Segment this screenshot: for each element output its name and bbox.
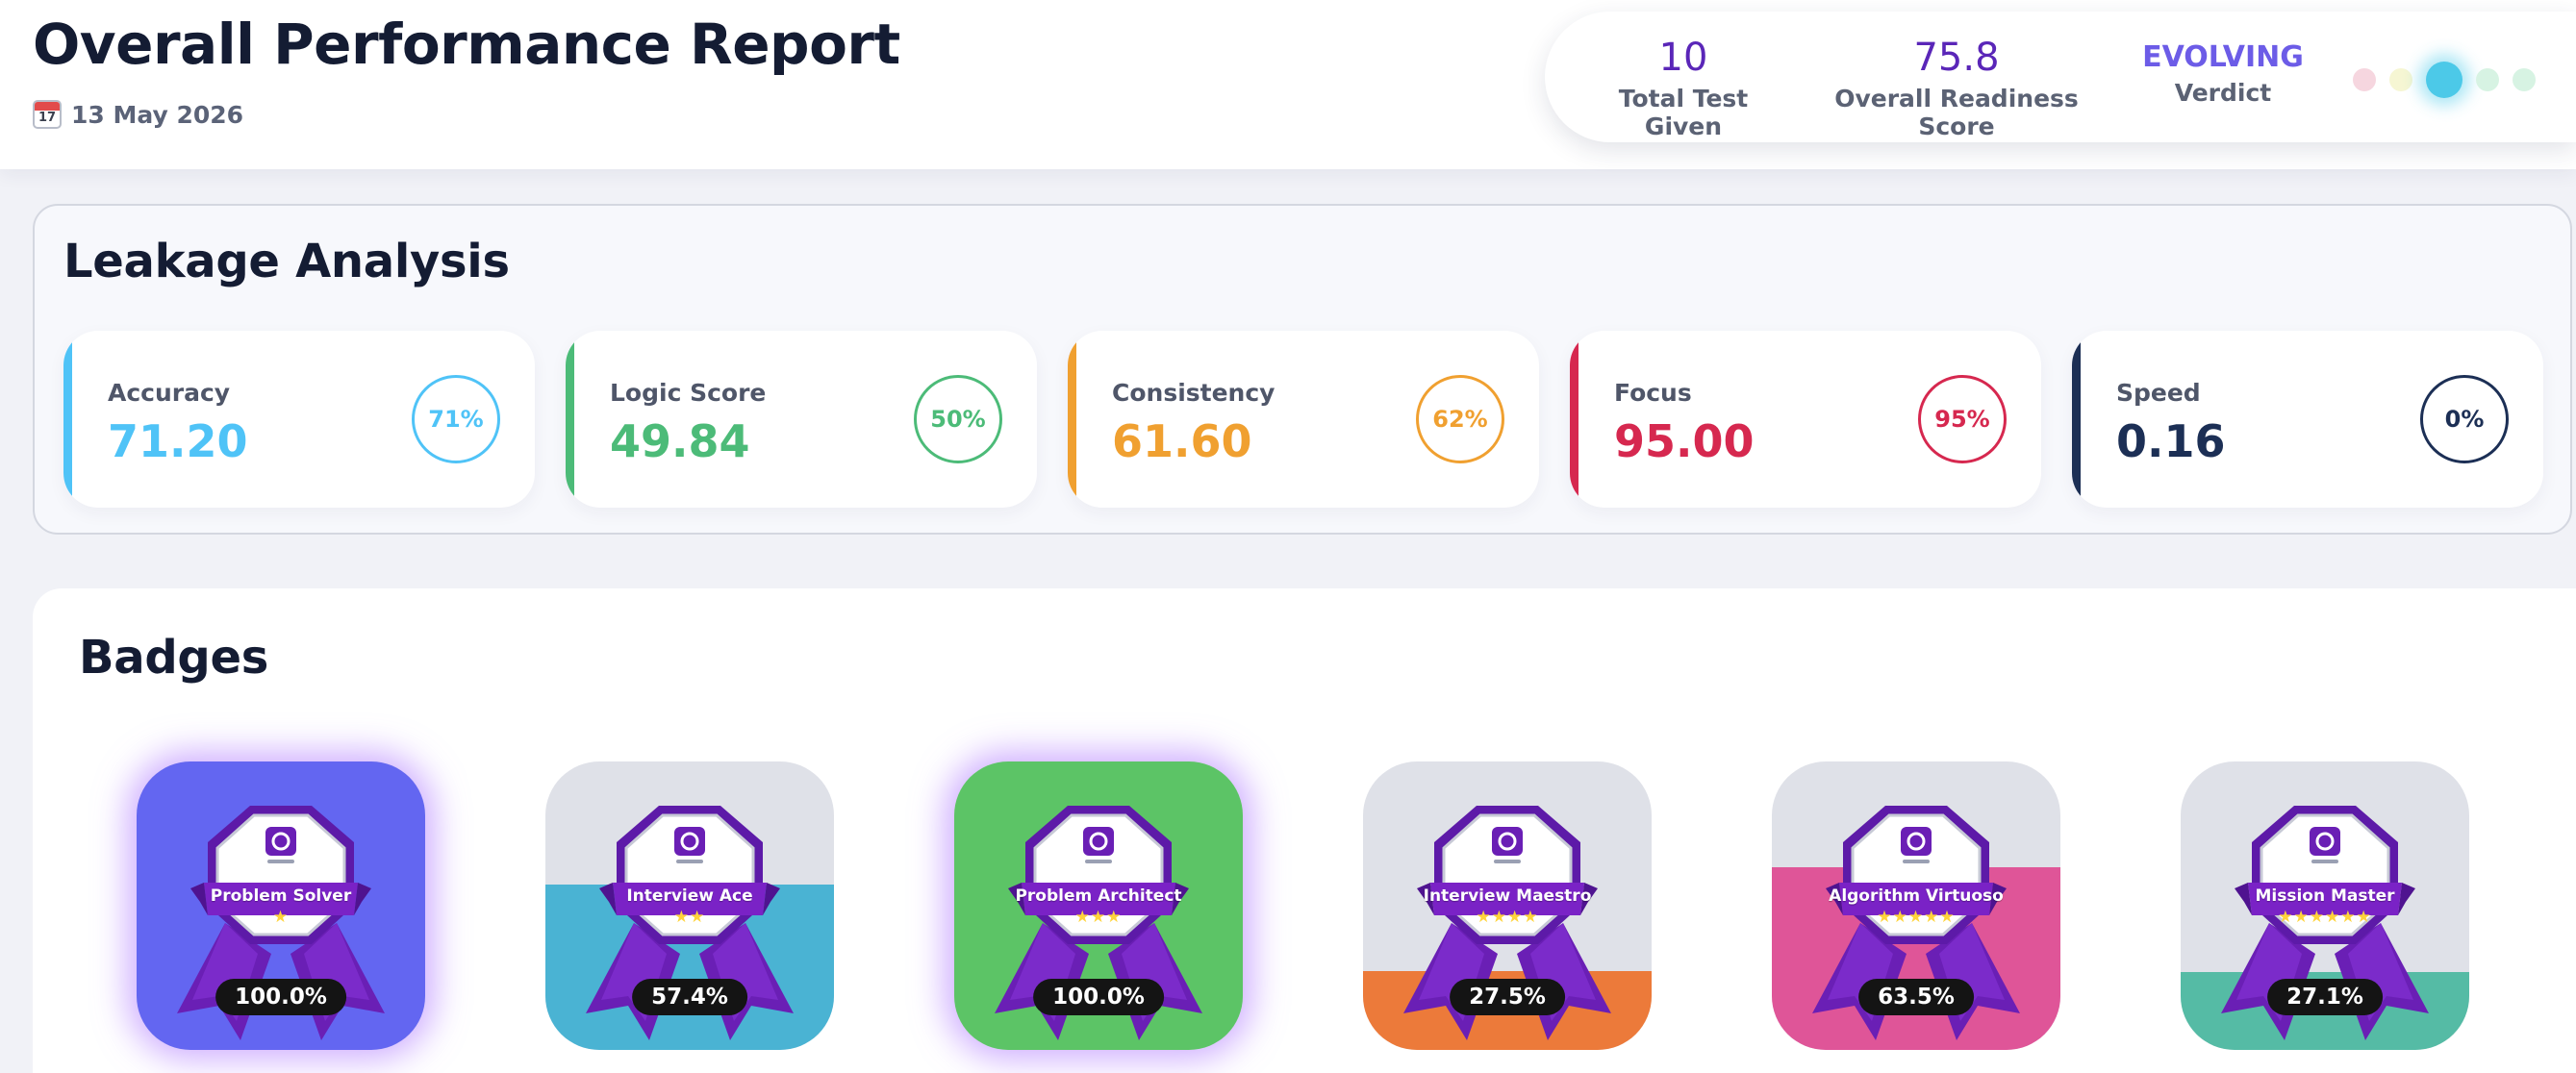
metric-card-focus: Focus 95.00 95%: [1570, 331, 2041, 508]
stat-readiness: 75.8 Overall Readiness Score: [1803, 35, 2110, 140]
badge-name: Interview Ace: [626, 886, 753, 906]
calendar-icon: 17: [33, 100, 62, 129]
indicator-dot[interactable]: [2476, 68, 2499, 91]
badge-stars-icon: ★★★★: [1476, 908, 1539, 927]
badge-card[interactable]: Interview Ace ★★ 57.4%: [545, 761, 834, 1050]
badge-percent: 100.0%: [1033, 979, 1164, 1015]
badge-percent: 27.5%: [1450, 979, 1565, 1015]
badge-name: Mission Master: [2255, 886, 2395, 906]
report-date: 17 13 May 2026: [33, 100, 243, 129]
badge-stars-icon: ★★★: [1074, 908, 1123, 927]
metric-percent-ring: 50%: [914, 375, 1002, 463]
metric-value: 71.20: [108, 415, 248, 467]
stat-verdict-label: Verdict: [2174, 79, 2272, 107]
leakage-analysis-title: Leakage Analysis: [63, 235, 510, 288]
metric-percent-ring: 0%: [2420, 375, 2509, 463]
badge-card[interactable]: Interview Maestro ★★★★ 27.5%: [1363, 761, 1652, 1050]
metric-label: Speed: [2116, 379, 2201, 407]
badge-percent: 100.0%: [215, 979, 346, 1015]
indicator-dot-active[interactable]: [2426, 62, 2462, 98]
indicator-dot[interactable]: [2389, 68, 2412, 91]
stat-total-tests-label: Total Test Given: [1618, 85, 1749, 140]
badge-percent: 63.5%: [1858, 979, 1974, 1015]
stat-verdict: EVOLVING Verdict: [2132, 35, 2314, 107]
badge-stars-icon: ★: [272, 908, 290, 927]
metric-value: 61.60: [1112, 415, 1252, 467]
badge-card[interactable]: Problem Architect ★★★ 100.0%: [954, 761, 1243, 1050]
badges-section: Badges Problem Solver ★ 100.0% Interview…: [33, 588, 2576, 1073]
report-header: Overall Performance Report 17 13 May 202…: [0, 0, 2576, 169]
stat-readiness-value: 75.8: [1913, 36, 2000, 80]
metric-card-speed: Speed 0.16 0%: [2072, 331, 2543, 508]
badge-name: Problem Solver: [210, 886, 352, 906]
metric-card-accuracy: Accuracy 71.20 71%: [63, 331, 535, 508]
stat-total-tests-value: 10: [1658, 36, 1708, 80]
indicator-dot[interactable]: [2513, 68, 2536, 91]
metric-label: Consistency: [1112, 379, 1275, 407]
indicator-dot[interactable]: [2353, 68, 2376, 91]
badge-percent: 57.4%: [632, 979, 747, 1015]
badge-name: Problem Architect: [1015, 886, 1182, 906]
metric-card-consistency: Consistency 61.60 62%: [1068, 331, 1539, 508]
badge-percent: 27.1%: [2267, 979, 2383, 1015]
stat-total-tests: 10 Total Test Given: [1578, 35, 1789, 140]
metric-percent-ring: 95%: [1918, 375, 2007, 463]
stat-verdict-value: EVOLVING: [2142, 40, 2304, 74]
leakage-analysis-section: Leakage Analysis Accuracy 71.20 71% Logi…: [33, 204, 2572, 535]
badge-card[interactable]: Mission Master ★★★★★★ 27.1%: [2181, 761, 2469, 1050]
report-date-text: 13 May 2026: [71, 100, 244, 129]
badge-name: Algorithm Virtuoso: [1829, 886, 2004, 906]
badge-stars-icon: ★★★★★★: [2278, 908, 2372, 927]
carousel-indicator: [2353, 62, 2536, 98]
metric-percent-ring: 62%: [1416, 375, 1504, 463]
badge-stars-icon: ★★★★★: [1877, 908, 1956, 927]
calendar-icon-day: 17: [38, 111, 57, 125]
badge-stars-icon: ★★: [673, 908, 706, 927]
metric-value: 49.84: [610, 415, 750, 467]
metric-percent-ring: 71%: [412, 375, 500, 463]
summary-stats-panel: 10 Total Test Given 75.8 Overall Readine…: [1545, 12, 2576, 142]
badge-name: Interview Maestro: [1423, 886, 1592, 906]
metric-label: Accuracy: [108, 379, 231, 407]
stat-readiness-label: Overall Readiness Score: [1834, 85, 2079, 140]
page-title: Overall Performance Report: [33, 12, 900, 77]
metric-value: 0.16: [2116, 415, 2226, 467]
badge-card[interactable]: Algorithm Virtuoso ★★★★★ 63.5%: [1772, 761, 2060, 1050]
badges-title: Badges: [79, 631, 269, 685]
metric-value: 95.00: [1614, 415, 1755, 467]
badge-card[interactable]: Problem Solver ★ 100.0%: [137, 761, 425, 1050]
metric-card-logic-score: Logic Score 49.84 50%: [566, 331, 1037, 508]
metric-label: Logic Score: [610, 379, 767, 407]
metric-label: Focus: [1614, 379, 1692, 407]
